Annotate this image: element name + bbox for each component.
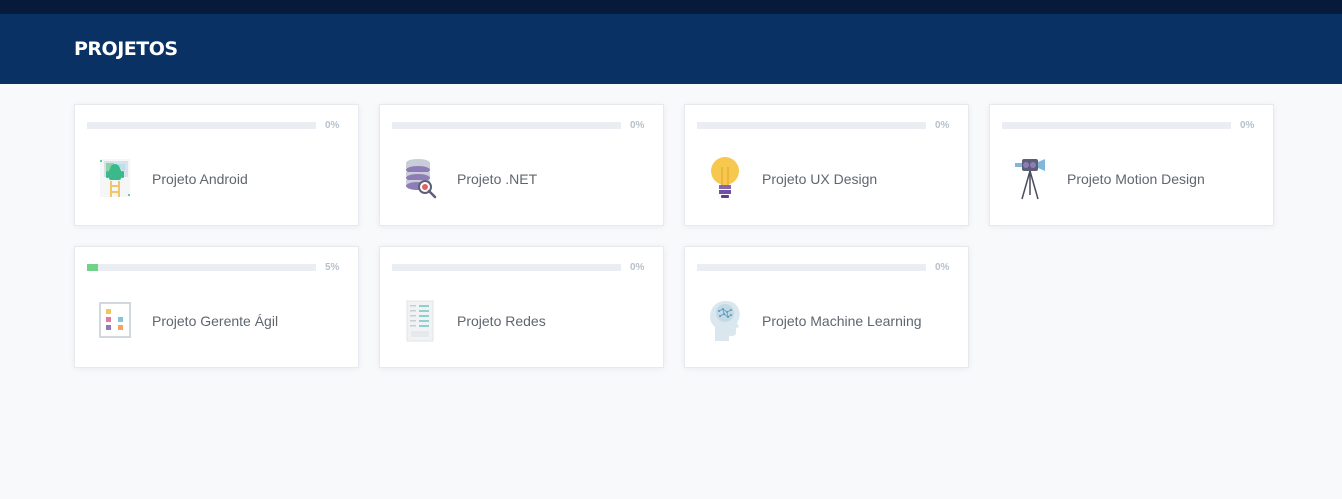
progress-bar bbox=[697, 264, 926, 271]
progress-bar bbox=[392, 264, 621, 271]
progress-bar bbox=[1002, 122, 1231, 129]
progress-percent: 0% bbox=[325, 120, 340, 131]
android-robot-icon bbox=[100, 159, 130, 197]
project-name: Projeto Gerente Ágil bbox=[152, 313, 279, 329]
project-card-redes[interactable]: 0% Projeto Redes bbox=[379, 246, 664, 368]
top-strip bbox=[0, 0, 1342, 14]
progress-fill bbox=[87, 264, 99, 271]
project-card-machine-learning[interactable]: 0% Projeto Machine Learning bbox=[684, 246, 969, 368]
progress-bar bbox=[87, 122, 316, 129]
brain-head-icon bbox=[710, 300, 740, 341]
project-card-ux-design[interactable]: 0% Projeto UX Design bbox=[684, 104, 969, 226]
project-name: Projeto Machine Learning bbox=[762, 313, 922, 329]
project-card-motion-design[interactable]: 0% Projeto Motion Design bbox=[989, 104, 1274, 226]
database-search-icon bbox=[406, 159, 437, 199]
page-header: PROJETOS bbox=[0, 14, 1342, 84]
progress-percent: 0% bbox=[935, 120, 950, 131]
progress-bar bbox=[87, 264, 316, 271]
lightbulb-icon bbox=[711, 157, 739, 198]
video-camera-tripod-icon bbox=[1015, 159, 1045, 200]
project-card-android[interactable]: 0% Projeto Android bbox=[74, 104, 359, 226]
progress-percent: 5% bbox=[325, 262, 340, 273]
progress-percent: 0% bbox=[630, 262, 645, 273]
project-name: Projeto Motion Design bbox=[1067, 171, 1205, 187]
project-name: Projeto .NET bbox=[457, 171, 538, 187]
progress-bar bbox=[392, 122, 621, 129]
kanban-board-icon bbox=[99, 302, 131, 338]
project-card-gerente-agil[interactable]: 5% Projeto Gerente Ágil bbox=[74, 246, 359, 368]
server-rack-icon bbox=[406, 300, 434, 342]
progress-percent: 0% bbox=[630, 120, 645, 131]
page-title: PROJETOS bbox=[74, 38, 178, 60]
progress-percent: 0% bbox=[935, 262, 950, 273]
project-name: Projeto UX Design bbox=[762, 171, 878, 187]
progress-bar bbox=[697, 122, 926, 129]
project-card-dotnet[interactable]: 0% Projeto .NET bbox=[379, 104, 664, 226]
progress-percent: 0% bbox=[1240, 120, 1255, 131]
project-name: Projeto Android bbox=[152, 171, 248, 187]
project-name: Projeto Redes bbox=[457, 313, 546, 329]
